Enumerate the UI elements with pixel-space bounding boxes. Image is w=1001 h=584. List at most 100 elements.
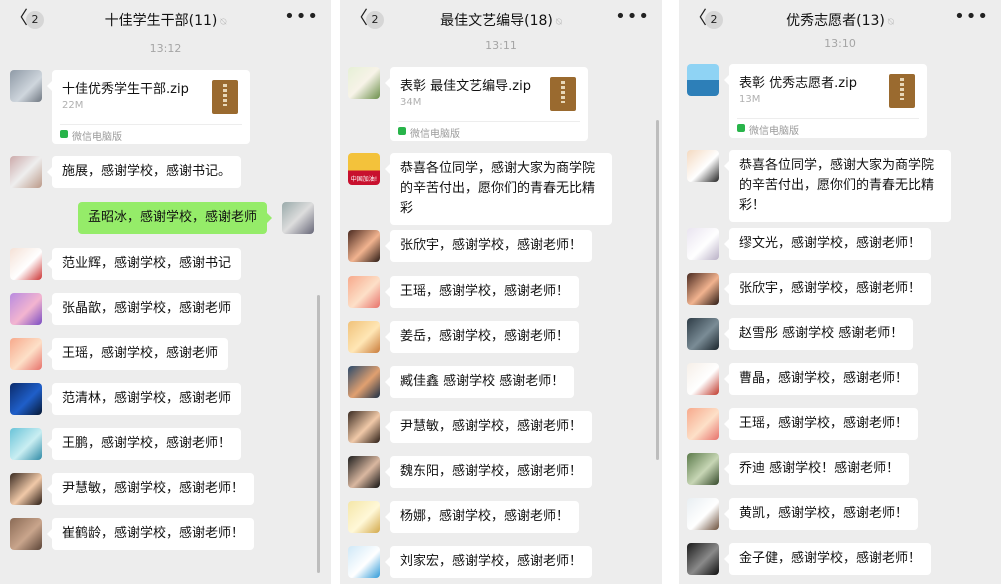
- avatar[interactable]: [687, 453, 719, 485]
- avatar[interactable]: [10, 248, 42, 280]
- avatar[interactable]: [348, 546, 380, 578]
- message-bubble-self[interactable]: 孟昭冰，感谢学校，感谢老师: [78, 202, 273, 234]
- message-bubble[interactable]: 张晶歆，感谢学校，感谢老师: [46, 293, 242, 325]
- message-bubble[interactable]: 姜岳，感谢学校，感谢老师！: [384, 321, 580, 353]
- avatar[interactable]: [10, 293, 42, 325]
- message-bubble[interactable]: 尹慧敏，感谢学校，感谢老师！: [46, 473, 255, 505]
- avatar[interactable]: [687, 363, 719, 395]
- message-bubble[interactable]: 尹慧敏，感谢学校，感谢老师！: [384, 411, 593, 443]
- avatar[interactable]: [687, 64, 719, 96]
- file-divider: [60, 124, 242, 125]
- avatar-caption: 中国加油!: [350, 176, 378, 183]
- file-source: 微信电脑版: [749, 126, 799, 137]
- file-message-card[interactable]: 表彰 最佳文艺编导.zip 34M 微信电脑版: [385, 67, 588, 141]
- message-bubble[interactable]: 张欣宇，感谢学校，感谢老师！: [723, 273, 932, 305]
- chat-header: 〈 2 十佳学生干部(11) ⍉ •••: [0, 0, 331, 38]
- avatar[interactable]: [10, 473, 42, 505]
- message-bubble[interactable]: 赵雪彤 感谢学校 感谢老师！: [723, 318, 914, 350]
- bell-off-icon: ⍉: [887, 17, 894, 28]
- avatar[interactable]: [687, 273, 719, 305]
- file-source: 微信电脑版: [410, 129, 460, 140]
- wechat-pc-icon: [737, 124, 745, 132]
- zip-file-icon: [212, 80, 238, 114]
- file-divider: [398, 121, 580, 122]
- file-size: 13M: [739, 94, 761, 105]
- china-flag-avatar[interactable]: 中国加油!: [348, 153, 380, 185]
- message-bubble[interactable]: 王鹏，感谢学校，感谢老师！: [46, 428, 242, 460]
- file-source: 微信电脑版: [72, 132, 122, 143]
- file-name: 表彰 优秀志愿者.zip: [739, 76, 857, 91]
- chat-header: 〈 2 最佳文艺编导(18) ⍉ •••: [340, 0, 662, 38]
- avatar[interactable]: [10, 70, 42, 102]
- chat-panel-art-directors: 〈 2 最佳文艺编导(18) ⍉ ••• 13:11 表彰 最佳文艺编导.zip …: [340, 0, 662, 584]
- more-options-icon[interactable]: •••: [284, 6, 319, 27]
- message-bubble[interactable]: 王瑶，感谢学校，感谢老师！: [723, 408, 919, 440]
- zip-file-icon: [889, 74, 915, 108]
- message-bubble[interactable]: 黄凯，感谢学校，感谢老师！: [723, 498, 919, 530]
- chat-header: 〈 2 优秀志愿者(13) ⍉ •••: [679, 0, 1001, 38]
- avatar[interactable]: [10, 428, 42, 460]
- chat-title-text: 十佳学生干部(11): [104, 13, 218, 29]
- message-bubble[interactable]: 魏东阳，感谢学校，感谢老师！: [384, 456, 593, 488]
- more-options-icon[interactable]: •••: [615, 6, 650, 27]
- file-divider: [737, 118, 919, 119]
- message-bubble[interactable]: 乔迪 感谢学校！感谢老师！: [723, 453, 910, 485]
- avatar[interactable]: [348, 276, 380, 308]
- message-timestamp: 13:12: [149, 42, 182, 55]
- message-timestamp: 13:11: [485, 39, 517, 52]
- wechat-pc-icon: [60, 130, 68, 138]
- chat-title-text: 优秀志愿者(13): [786, 13, 885, 29]
- file-name: 表彰 最佳文艺编导.zip: [400, 79, 531, 94]
- scrollbar[interactable]: [317, 295, 320, 573]
- chat-title: 优秀志愿者(13) ⍉: [679, 10, 1001, 30]
- avatar[interactable]: [687, 228, 719, 260]
- message-bubble[interactable]: 施展，感谢学校，感谢书记。: [46, 156, 242, 188]
- avatar[interactable]: [687, 150, 719, 182]
- message-bubble[interactable]: 刘家宏，感谢学校，感谢老师！: [384, 546, 593, 578]
- avatar[interactable]: [687, 543, 719, 575]
- message-bubble[interactable]: 张欣宇，感谢学校，感谢老师！: [384, 230, 593, 262]
- message-bubble[interactable]: 王瑶，感谢学校，感谢老师！: [384, 276, 580, 308]
- message-bubble[interactable]: 臧佳鑫 感谢学校 感谢老师！: [384, 366, 575, 398]
- zip-file-icon: [550, 77, 576, 111]
- message-bubble[interactable]: 曹晶，感谢学校，感谢老师！: [723, 363, 919, 395]
- message-bubble[interactable]: 王瑶，感谢学校，感谢老师: [46, 338, 229, 370]
- file-size: 22M: [62, 100, 84, 111]
- message-bubble[interactable]: 恭喜各位同学，感谢大家为商学院的辛苦付出，愿你们的青春无比精彩: [385, 153, 612, 225]
- bell-off-icon: ⍉: [220, 17, 227, 28]
- chat-title: 十佳学生干部(11) ⍉: [0, 10, 331, 30]
- avatar[interactable]: [348, 321, 380, 353]
- chat-title-text: 最佳文艺编导(18): [440, 13, 553, 29]
- file-name: 十佳优秀学生干部.zip: [62, 82, 189, 97]
- message-bubble[interactable]: 杨娜，感谢学校，感谢老师！: [384, 501, 580, 533]
- message-bubble[interactable]: 恭喜各位同学，感谢大家为商学院的辛苦付出，愿你们的青春无比精彩！: [724, 150, 951, 222]
- chat-panel-student-leaders: 〈 2 十佳学生干部(11) ⍉ ••• 13:12 十佳优秀学生干部.zip 2…: [0, 0, 331, 584]
- wechat-pc-icon: [398, 127, 406, 135]
- avatar[interactable]: [348, 411, 380, 443]
- avatar[interactable]: [348, 501, 380, 533]
- file-message-card[interactable]: 十佳优秀学生干部.zip 22M 微信电脑版: [47, 70, 250, 144]
- avatar[interactable]: [687, 408, 719, 440]
- avatar[interactable]: [10, 518, 42, 550]
- more-options-icon[interactable]: •••: [954, 6, 989, 27]
- avatar[interactable]: [348, 67, 380, 99]
- avatar[interactable]: [10, 338, 42, 370]
- bell-off-icon: ⍉: [555, 17, 562, 28]
- file-size: 34M: [400, 97, 422, 108]
- chat-panel-volunteers: 〈 2 优秀志愿者(13) ⍉ ••• 13:10 表彰 优秀志愿者.zip 13…: [679, 0, 1001, 584]
- avatar[interactable]: [348, 230, 380, 262]
- file-message-card[interactable]: 表彰 优秀志愿者.zip 13M 微信电脑版: [724, 64, 927, 138]
- avatar[interactable]: [348, 366, 380, 398]
- message-bubble[interactable]: 金子健，感谢学校，感谢老师！: [723, 543, 932, 575]
- avatar[interactable]: [687, 318, 719, 350]
- avatar[interactable]: [687, 498, 719, 530]
- message-bubble[interactable]: 范清林，感谢学校，感谢老师: [46, 383, 242, 415]
- message-bubble[interactable]: 崔鹤龄，感谢学校，感谢老师！: [46, 518, 255, 550]
- message-bubble[interactable]: 范业辉，感谢学校，感谢书记: [46, 248, 242, 280]
- avatar[interactable]: [10, 383, 42, 415]
- avatar[interactable]: [10, 156, 42, 188]
- scrollbar[interactable]: [656, 120, 659, 460]
- message-bubble[interactable]: 缪文光，感谢学校，感谢老师！: [723, 228, 932, 260]
- avatar[interactable]: [348, 456, 380, 488]
- avatar-self[interactable]: [282, 202, 314, 234]
